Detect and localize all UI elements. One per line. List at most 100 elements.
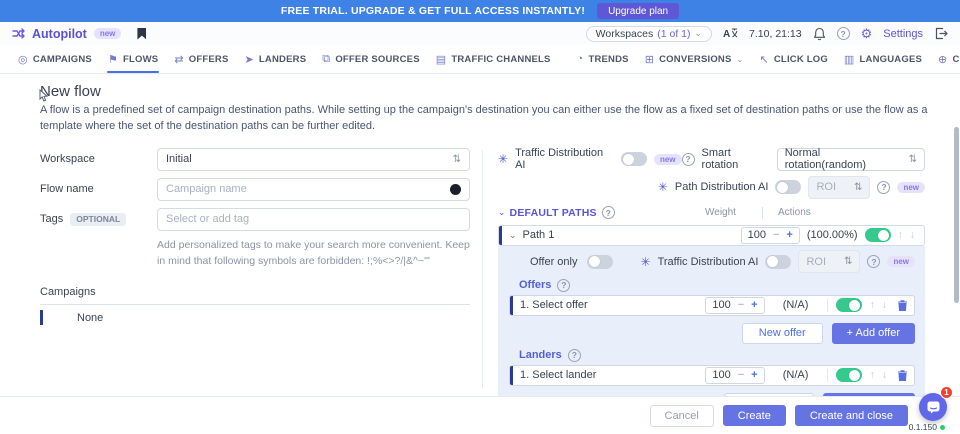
- landers-section-title: Landers ?: [519, 349, 915, 362]
- vertical-scrollbar[interactable]: [954, 127, 959, 303]
- plus-button[interactable]: +: [751, 369, 757, 381]
- tab-countries[interactable]: ⊕COUNTRIES⌄: [930, 45, 960, 73]
- smart-rotation-group: ? Smart rotation Normal rotation(random)…: [682, 147, 925, 171]
- header-actions: Workspaces (1 of 1) ⌄ A 7.10, 21:13 ? ⚙ …: [586, 26, 948, 42]
- gear-icon[interactable]: ⚙: [861, 27, 873, 40]
- help-icon[interactable]: ?: [877, 181, 890, 194]
- card-icon: ▤: [436, 53, 447, 66]
- create-and-close-button[interactable]: Create and close: [795, 405, 908, 426]
- brand-logo-icon: [12, 27, 25, 40]
- campaigns-divider: [40, 304, 470, 305]
- ai-sparkle-icon: ✳: [641, 256, 651, 268]
- tab-label: OFFERS: [189, 54, 229, 65]
- offers-section-title: Offers ?: [519, 279, 915, 292]
- campaigns-value: None: [77, 312, 103, 324]
- mouse-cursor-icon: [36, 89, 49, 104]
- tab-label: FLOWS: [123, 54, 158, 65]
- help-icon[interactable]: ?: [557, 279, 570, 292]
- path-enabled-toggle[interactable]: [865, 228, 891, 242]
- help-icon[interactable]: ?: [682, 153, 695, 166]
- chevron-down-icon[interactable]: ⌄: [509, 230, 517, 241]
- lander-enabled-toggle[interactable]: [836, 368, 862, 382]
- tab-traffic-channels[interactable]: ▤ TRAFFIC CHANNELS: [428, 45, 559, 73]
- tab-landers[interactable]: ➤LANDERS: [237, 45, 315, 73]
- tab-flows[interactable]: ⚑FLOWS: [100, 45, 166, 73]
- help-icon[interactable]: ?: [867, 255, 880, 268]
- smart-rotation-select[interactable]: Normal rotation(random) ⇅: [777, 148, 925, 171]
- tab-label: LANDERS: [259, 54, 306, 65]
- workspace-select[interactable]: Initial ⇅: [157, 148, 470, 171]
- plus-button[interactable]: +: [786, 229, 792, 241]
- path-weight-value[interactable]: 100: [748, 229, 766, 241]
- lander-select[interactable]: 1. Select lander: [520, 369, 697, 381]
- flow-name-input[interactable]: [166, 183, 450, 195]
- cancel-button[interactable]: Cancel: [650, 405, 714, 427]
- row-separator: [827, 369, 828, 382]
- workspaces-label: Workspaces: [596, 28, 654, 40]
- add-offer-button[interactable]: + Add offer: [832, 323, 915, 344]
- version-number: 0.1.150: [909, 422, 937, 432]
- lander-weight-value[interactable]: 100: [712, 369, 730, 381]
- optional-badge: OPTIONAL: [70, 213, 126, 226]
- minus-button[interactable]: −: [773, 229, 779, 241]
- offer-weight-value[interactable]: 100: [712, 299, 730, 311]
- move-up-down-arrows[interactable]: ↑ ↓: [870, 369, 889, 381]
- datetime-label: 7.10, 21:13: [749, 28, 802, 40]
- path-row[interactable]: ⌄ Path 1 100 − + (100.00%) ↑ ↓: [498, 225, 925, 246]
- minus-button[interactable]: −: [738, 299, 744, 311]
- smart-rotation-value: Normal rotation(random): [785, 147, 903, 171]
- settings-link[interactable]: Settings: [883, 28, 923, 40]
- color-dot[interactable]: [450, 184, 461, 195]
- help-icon[interactable]: ?: [837, 27, 850, 40]
- move-up-down-arrows[interactable]: ↑ ↓: [898, 229, 917, 241]
- minus-button[interactable]: −: [738, 369, 744, 381]
- tab-campaigns[interactable]: ◎CAMPAIGNS: [10, 45, 100, 73]
- tab-conversions[interactable]: ⊞CONVERSIONS⌄: [637, 45, 752, 73]
- tab-click-log[interactable]: ↖CLICK LOG: [751, 45, 835, 73]
- help-icon[interactable]: ?: [568, 349, 581, 362]
- tab-offer-sources[interactable]: ⧉OFFER SOURCES: [314, 45, 427, 73]
- bell-icon[interactable]: [813, 27, 826, 41]
- lander-share: (N/A): [773, 369, 819, 381]
- tab-label: CONVERSIONS: [659, 54, 731, 65]
- campaigns-section: Campaigns None: [40, 286, 470, 326]
- logout-icon[interactable]: [934, 27, 948, 40]
- path-ai-toggle[interactable]: [775, 180, 801, 194]
- bookmark-icon[interactable]: [137, 28, 146, 40]
- workspace-label: Workspace: [40, 153, 157, 165]
- chevron-down-icon[interactable]: ⌄: [498, 207, 506, 218]
- tab-label: TRAFFIC CHANNELS: [451, 54, 550, 65]
- offer-select[interactable]: 1. Select offer: [520, 299, 697, 311]
- create-button[interactable]: Create: [723, 405, 786, 426]
- plus-button[interactable]: +: [751, 299, 757, 311]
- roi-select[interactable]: ROI ⇅: [798, 250, 860, 273]
- roi-value: ROI: [816, 181, 848, 193]
- chat-icon: [926, 400, 941, 415]
- shuffle-icon: ⇄: [174, 53, 183, 66]
- upgrade-plan-button[interactable]: Upgrade plan: [597, 3, 679, 19]
- ai-sparkle-icon: ✳: [658, 181, 668, 193]
- traffic-ai-toggle[interactable]: [621, 152, 647, 166]
- tags-label-text: Tags: [40, 213, 63, 225]
- tab-label: COUNTRIES: [952, 54, 960, 65]
- new-offer-button[interactable]: New offer: [742, 323, 823, 344]
- trash-icon[interactable]: [897, 369, 908, 382]
- roi-select[interactable]: ROI ⇅: [808, 176, 870, 199]
- workspaces-selector[interactable]: Workspaces (1 of 1) ⌄: [586, 26, 712, 42]
- tab-languages[interactable]: ▥LANGUAGES: [836, 45, 930, 73]
- offer-only-toggle[interactable]: [587, 255, 613, 269]
- trash-icon[interactable]: [897, 299, 908, 312]
- lander-row: 1. Select lander 100 − + (N/A) ↑ ↓: [509, 365, 915, 386]
- top-header: Autopilot new Workspaces (1 of 1) ⌄ A 7.…: [0, 22, 960, 45]
- tab-offers[interactable]: ⇄ OFFERS: [166, 45, 236, 73]
- tags-input[interactable]: [166, 213, 461, 225]
- move-up-down-arrows[interactable]: ↑ ↓: [870, 299, 889, 311]
- tab-label: OFFER SOURCES: [335, 54, 419, 65]
- help-icon[interactable]: ?: [602, 206, 615, 219]
- tab-trends[interactable]: ◔TRENDS: [569, 45, 637, 73]
- path-traffic-ai-toggle[interactable]: [765, 255, 791, 269]
- nav-tabs: ◎CAMPAIGNS⚑FLOWS ⇄ OFFERS ➤LANDERS⧉OFFER SO…: [0, 45, 960, 74]
- translate-icon[interactable]: A: [723, 27, 738, 40]
- paths-panel: ✳ Traffic Distribution AI new ? Smart ro…: [498, 148, 925, 434]
- offer-enabled-toggle[interactable]: [836, 298, 862, 312]
